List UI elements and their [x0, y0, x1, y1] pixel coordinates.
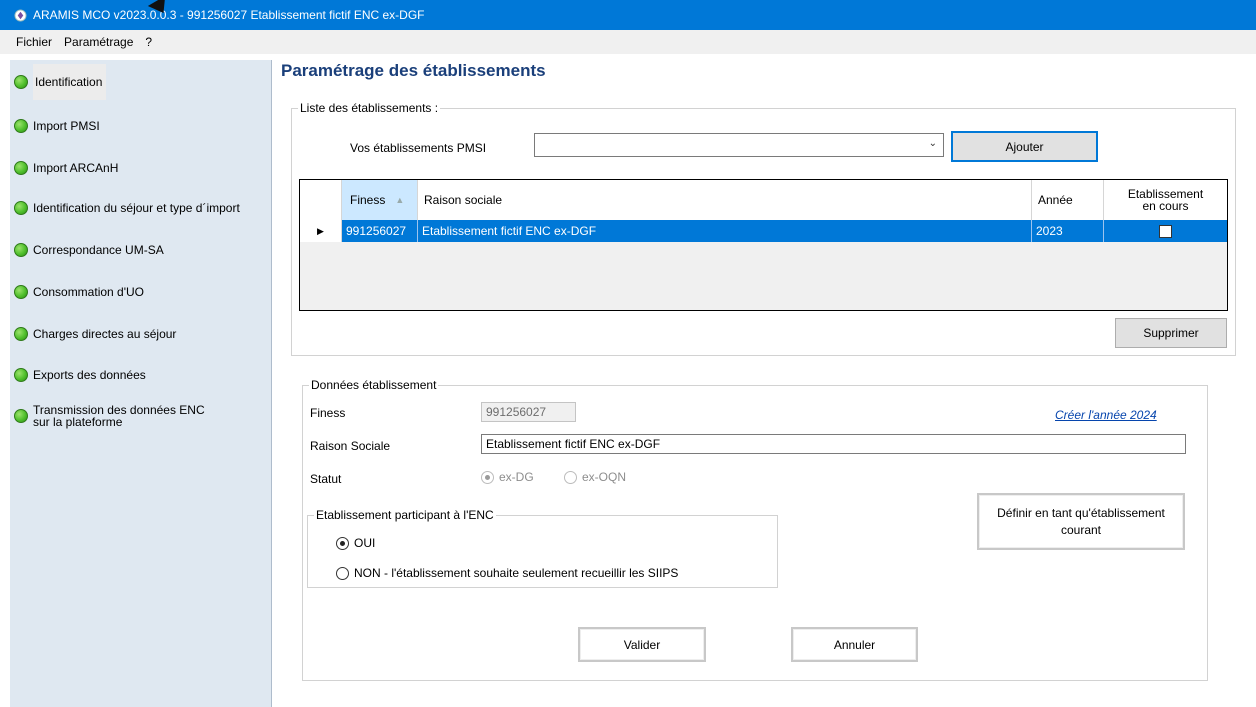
- raison-sociale-label: Raison Sociale: [310, 439, 391, 453]
- en-cours-checkbox[interactable]: [1159, 224, 1172, 238]
- status-green-icon: [14, 201, 28, 215]
- menu-fichier[interactable]: Fichier: [16, 35, 52, 49]
- table-row[interactable]: 991256027 Etablissement fictif ENC ex-DG…: [300, 220, 1227, 242]
- radio-selected-icon: [336, 536, 349, 550]
- cell-finess: 991256027: [342, 220, 418, 242]
- row-header-corner: [300, 180, 342, 220]
- row-selector[interactable]: ▶: [300, 220, 342, 242]
- add-button[interactable]: Ajouter: [951, 131, 1098, 162]
- finess-label: Finess: [310, 406, 346, 420]
- column-header-en-cours-label: Etablissement en cours: [1127, 187, 1204, 213]
- menu-parametrage[interactable]: Paramétrage: [64, 35, 133, 49]
- enc-legend: Etablissement participant à l'ENC: [316, 508, 494, 522]
- radio-unselected-icon: [564, 470, 577, 484]
- status-green-icon: [14, 243, 28, 257]
- status-green-icon: [14, 327, 28, 341]
- column-header-raison-sociale[interactable]: Raison sociale: [418, 180, 1032, 220]
- status-green-icon: [14, 161, 28, 175]
- column-header-raison-label: Raison sociale: [424, 193, 503, 207]
- column-header-finess-label: Finess: [350, 193, 386, 207]
- window-title: ARAMIS MCO v2023.0.0.3 - 991256027 Etabl…: [33, 8, 425, 22]
- create-year-link[interactable]: Créer l'année 2024: [1055, 408, 1157, 422]
- pmsi-label: Vos établissements PMSI: [350, 141, 487, 155]
- cell-en-cours: [1104, 220, 1227, 242]
- sidebar-item-identification-sejour[interactable]: Identification du séjour et type d´impor…: [14, 188, 240, 228]
- sidebar-item-transmission[interactable]: Transmission des données ENC sur la plat…: [14, 396, 223, 436]
- enc-oui-label: OUI: [354, 536, 376, 550]
- define-current-button[interactable]: Définir en tant qu'établissement courant: [977, 493, 1185, 550]
- radio-selected-icon: [481, 470, 494, 484]
- cell-raison-sociale: Etablissement fictif ENC ex-DGF: [418, 220, 1032, 242]
- statut-ex-dg-radio[interactable]: ex-DG: [481, 470, 534, 484]
- status-green-icon: [14, 409, 28, 423]
- sidebar-item-import-pmsi[interactable]: Import PMSI: [14, 106, 100, 146]
- window-titlebar: ARAMIS MCO v2023.0.0.3 - 991256027 Etabl…: [0, 0, 1256, 30]
- statut-ex-oqn-radio[interactable]: ex-OQN: [564, 470, 626, 484]
- enc-non-radio[interactable]: NON - l'établissement souhaite seulement…: [336, 566, 678, 580]
- statut-ex-dg-label: ex-DG: [499, 470, 534, 484]
- statut-ex-oqn-label: ex-OQN: [582, 470, 627, 484]
- column-header-en-cours[interactable]: Etablissement en cours: [1104, 180, 1227, 220]
- cancel-button[interactable]: Annuler: [791, 627, 918, 662]
- status-green-icon: [14, 285, 28, 299]
- sidebar-item-consommation-uo[interactable]: Consommation d'UO: [14, 272, 144, 312]
- menu-help[interactable]: ?: [145, 35, 152, 49]
- column-header-annee[interactable]: Année: [1032, 180, 1104, 220]
- app-icon: [14, 8, 27, 22]
- statut-label: Statut: [310, 472, 342, 486]
- radio-unselected-icon: [336, 566, 349, 580]
- status-green-icon: [14, 75, 28, 89]
- enc-non-label: NON - l'établissement souhaite seulement…: [354, 566, 679, 580]
- pmsi-select[interactable]: ⌄: [534, 133, 944, 157]
- column-header-finess[interactable]: Finess ▲: [342, 180, 418, 220]
- donnees-etablissement-legend: Données établissement: [311, 378, 437, 392]
- menu-bar: Fichier Paramétrage ?: [0, 30, 1256, 54]
- sidebar-item-exports[interactable]: Exports des données: [14, 355, 146, 395]
- sidebar-item-correspondance-um-sa[interactable]: Correspondance UM-SA: [14, 230, 164, 270]
- page-title: Paramétrage des établissements: [281, 61, 546, 80]
- enc-oui-radio[interactable]: OUI: [336, 536, 375, 550]
- delete-button[interactable]: Supprimer: [1115, 318, 1227, 348]
- status-green-icon: [14, 368, 28, 382]
- sidebar: Identification Import PMSI Import ARCAnH…: [10, 60, 272, 707]
- etablissements-table: Finess ▲ Raison sociale Année Etablissem…: [299, 179, 1228, 311]
- sort-ascending-icon: ▲: [395, 195, 405, 205]
- sidebar-item-import-arcanh[interactable]: Import ARCAnH: [14, 148, 118, 188]
- cell-annee: 2023: [1032, 220, 1104, 242]
- finess-field: 991256027: [481, 402, 576, 422]
- row-current-arrow-icon: ▶: [317, 225, 324, 236]
- column-header-annee-label: Année: [1038, 193, 1073, 207]
- sidebar-item-identification[interactable]: Identification: [14, 62, 107, 102]
- liste-etablissements-legend: Liste des établissements :: [300, 101, 439, 115]
- raison-sociale-field[interactable]: Etablissement fictif ENC ex-DGF: [481, 434, 1186, 454]
- validate-button[interactable]: Valider: [578, 627, 706, 662]
- sidebar-item-charges-directes[interactable]: Charges directes au séjour: [14, 314, 176, 354]
- status-green-icon: [14, 119, 28, 133]
- chevron-down-icon[interactable]: ⌄: [929, 138, 937, 149]
